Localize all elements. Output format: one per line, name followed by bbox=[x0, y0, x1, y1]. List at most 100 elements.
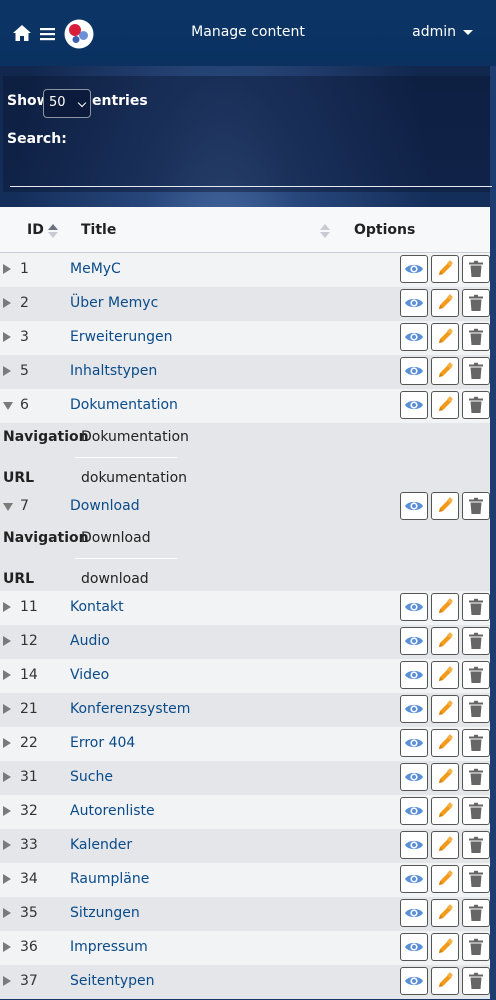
delete-button[interactable] bbox=[462, 391, 490, 419]
triangle-right-icon[interactable] bbox=[3, 942, 11, 952]
delete-button[interactable] bbox=[462, 797, 490, 825]
triangle-right-icon[interactable] bbox=[3, 874, 11, 884]
row-title-link[interactable]: Impressum bbox=[70, 939, 148, 955]
row-title-link[interactable]: Konferenzsystem bbox=[70, 701, 190, 717]
view-button[interactable] bbox=[400, 763, 428, 791]
delete-button[interactable] bbox=[462, 695, 490, 723]
delete-button[interactable] bbox=[462, 933, 490, 961]
edit-button[interactable] bbox=[431, 763, 459, 791]
delete-button[interactable] bbox=[462, 661, 490, 689]
edit-button[interactable] bbox=[431, 899, 459, 927]
table-row: 31 Suche bbox=[0, 761, 490, 795]
row-title-link[interactable]: Audio bbox=[70, 633, 110, 649]
edit-button[interactable] bbox=[431, 593, 459, 621]
page-size-select[interactable]: 50 bbox=[43, 89, 91, 118]
view-button[interactable] bbox=[400, 899, 428, 927]
row-title-link[interactable]: Erweiterungen bbox=[70, 329, 173, 345]
delete-button[interactable] bbox=[462, 593, 490, 621]
edit-button[interactable] bbox=[431, 627, 459, 655]
triangle-down-icon[interactable] bbox=[3, 503, 13, 511]
view-button[interactable] bbox=[400, 933, 428, 961]
edit-button[interactable] bbox=[431, 865, 459, 893]
delete-button[interactable] bbox=[462, 323, 490, 351]
triangle-right-icon[interactable] bbox=[3, 670, 11, 680]
delete-button[interactable] bbox=[462, 865, 490, 893]
view-button[interactable] bbox=[400, 797, 428, 825]
edit-button[interactable] bbox=[431, 492, 459, 520]
view-button[interactable] bbox=[400, 593, 428, 621]
row-title-link[interactable]: Über Memyc bbox=[70, 295, 158, 311]
row-title-link[interactable]: Download bbox=[70, 498, 140, 514]
edit-button[interactable] bbox=[431, 831, 459, 859]
row-title-link[interactable]: Sitzungen bbox=[70, 905, 140, 921]
edit-button[interactable] bbox=[431, 695, 459, 723]
triangle-down-icon[interactable] bbox=[3, 402, 13, 410]
delete-button[interactable] bbox=[462, 967, 490, 995]
triangle-right-icon[interactable] bbox=[3, 366, 11, 376]
row-title-link[interactable]: Error 404 bbox=[70, 735, 135, 751]
row-title-link[interactable]: Raumpläne bbox=[70, 871, 149, 887]
delete-button[interactable] bbox=[462, 357, 490, 385]
triangle-right-icon[interactable] bbox=[3, 908, 11, 918]
delete-button[interactable] bbox=[462, 492, 490, 520]
edit-button[interactable] bbox=[431, 357, 459, 385]
column-header-id[interactable]: ID bbox=[27, 222, 44, 238]
triangle-right-icon[interactable] bbox=[3, 704, 11, 714]
view-button[interactable] bbox=[400, 967, 428, 995]
triangle-right-icon[interactable] bbox=[3, 738, 11, 748]
row-id: 7 bbox=[20, 498, 29, 514]
view-button[interactable] bbox=[400, 255, 428, 283]
delete-button[interactable] bbox=[462, 729, 490, 757]
triangle-right-icon[interactable] bbox=[3, 636, 11, 646]
row-title-link[interactable]: Kontakt bbox=[70, 599, 124, 615]
edit-button[interactable] bbox=[431, 933, 459, 961]
view-button[interactable] bbox=[400, 289, 428, 317]
search-input[interactable] bbox=[10, 150, 492, 187]
sort-asc-icon[interactable] bbox=[48, 223, 58, 242]
view-button[interactable] bbox=[400, 391, 428, 419]
triangle-right-icon[interactable] bbox=[3, 298, 11, 308]
view-button[interactable] bbox=[400, 729, 428, 757]
row-title-link[interactable]: Inhaltstypen bbox=[70, 363, 157, 379]
delete-button[interactable] bbox=[462, 831, 490, 859]
triangle-right-icon[interactable] bbox=[3, 602, 11, 612]
edit-button[interactable] bbox=[431, 967, 459, 995]
triangle-right-icon[interactable] bbox=[3, 264, 11, 274]
view-button[interactable] bbox=[400, 627, 428, 655]
edit-button[interactable] bbox=[431, 323, 459, 351]
view-button[interactable] bbox=[400, 492, 428, 520]
triangle-right-icon[interactable] bbox=[3, 806, 11, 816]
delete-button[interactable] bbox=[462, 627, 490, 655]
content-table: ID Title Options 1 MeMyC 2 Über Memyc 3 Erwei… bbox=[0, 207, 490, 999]
triangle-right-icon[interactable] bbox=[3, 772, 11, 782]
sort-icon[interactable] bbox=[320, 223, 330, 242]
edit-button[interactable] bbox=[431, 255, 459, 283]
row-title-link[interactable]: MeMyC bbox=[70, 261, 121, 277]
triangle-right-icon[interactable] bbox=[3, 332, 11, 342]
edit-button[interactable] bbox=[431, 661, 459, 689]
row-title-link[interactable]: Kalender bbox=[70, 837, 132, 853]
triangle-right-icon[interactable] bbox=[3, 840, 11, 850]
row-title-link[interactable]: Seitentypen bbox=[70, 973, 155, 989]
edit-button[interactable] bbox=[431, 797, 459, 825]
edit-button[interactable] bbox=[431, 729, 459, 757]
chevron-down-icon[interactable] bbox=[463, 30, 473, 35]
row-title-link[interactable]: Suche bbox=[70, 769, 113, 785]
view-button[interactable] bbox=[400, 831, 428, 859]
delete-button[interactable] bbox=[462, 899, 490, 927]
view-button[interactable] bbox=[400, 661, 428, 689]
view-button[interactable] bbox=[400, 865, 428, 893]
edit-button[interactable] bbox=[431, 391, 459, 419]
triangle-right-icon[interactable] bbox=[3, 976, 11, 986]
view-button[interactable] bbox=[400, 323, 428, 351]
delete-button[interactable] bbox=[462, 289, 490, 317]
row-title-link[interactable]: Autorenliste bbox=[70, 803, 155, 819]
delete-button[interactable] bbox=[462, 763, 490, 791]
column-header-title[interactable]: Title bbox=[81, 222, 116, 238]
delete-button[interactable] bbox=[462, 255, 490, 283]
view-button[interactable] bbox=[400, 357, 428, 385]
row-title-link[interactable]: Dokumentation bbox=[70, 397, 178, 413]
row-title-link[interactable]: Video bbox=[70, 667, 109, 683]
edit-button[interactable] bbox=[431, 289, 459, 317]
view-button[interactable] bbox=[400, 695, 428, 723]
